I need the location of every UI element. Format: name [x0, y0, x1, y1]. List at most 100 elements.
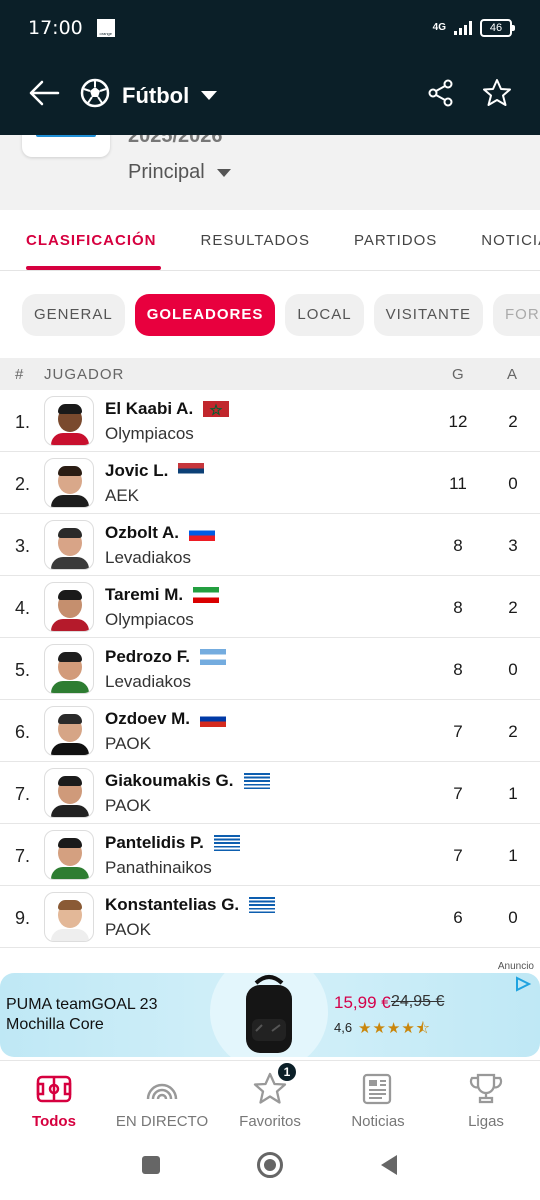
network-type: 4G — [432, 22, 446, 33]
player-assists: 2 — [508, 598, 518, 617]
player-name: Giakoumakis G. — [105, 771, 234, 790]
player-name: Pantelidis P. — [105, 833, 204, 852]
chip-local[interactable]: LOCAL — [285, 293, 364, 336]
ad-banner[interactable]: Anuncio PUMA teamGOAL 23 Mochilla Core 1… — [0, 960, 540, 1060]
row-rank: 4. — [15, 598, 31, 618]
league-logo — [22, 135, 110, 157]
header-player: JUGADOR — [44, 366, 125, 383]
back-icon[interactable] — [378, 1153, 400, 1182]
player-avatar — [44, 892, 94, 942]
nav-label: Ligas — [468, 1113, 504, 1130]
scorers-list: 1. El Kaabi A. Olympiacos 12 2 2. Jovic … — [0, 390, 540, 960]
player-team: PAOK — [105, 734, 151, 753]
share-icon[interactable] — [428, 79, 454, 112]
header-assists: A — [507, 366, 519, 383]
pitch-icon — [36, 1075, 72, 1103]
rating-stars-icon: ★★★★⯪ — [358, 1020, 431, 1037]
player-avatar — [44, 396, 94, 446]
nav-label: Favoritos — [239, 1113, 301, 1130]
table-row[interactable]: 1. El Kaabi A. Olympiacos 12 2 — [0, 390, 540, 452]
flag-argentina-icon — [200, 649, 227, 665]
player-name: Konstantelias G. — [105, 895, 240, 914]
season-selector[interactable]: 2025/2026 — [128, 135, 223, 148]
tab-resultados[interactable]: RESULTADOS — [179, 210, 332, 270]
player-goals: 8 — [453, 598, 463, 617]
table-row[interactable]: 7. Pantelidis P. Panathinaikos 7 1 — [0, 824, 540, 886]
flag-slovenia-icon — [188, 525, 215, 541]
player-team: Olympiacos — [105, 424, 194, 443]
player-team: Levadiakos — [105, 548, 192, 567]
chip-forma[interactable]: FORMA — [493, 293, 540, 336]
chip-goleadores[interactable]: GOLEADORES — [134, 293, 276, 336]
signal-icon — [454, 21, 472, 35]
favorite-star-icon[interactable] — [482, 78, 512, 113]
player-goals: 7 — [453, 846, 463, 865]
player-team: PAOK — [105, 920, 151, 939]
row-rank: 5. — [15, 660, 31, 680]
competition-header: 2025/2026 Principal — [0, 135, 540, 210]
chip-visitante[interactable]: VISITANTE — [373, 293, 483, 336]
row-rank: 3. — [15, 536, 31, 556]
back-arrow-icon[interactable] — [28, 79, 60, 112]
player-avatar — [44, 644, 94, 694]
nav-noticias[interactable]: Noticias — [324, 1061, 432, 1135]
adchoices-icon[interactable] — [514, 976, 534, 994]
recent-apps-icon[interactable] — [140, 1154, 162, 1181]
row-rank: 6. — [15, 722, 31, 742]
flag-serbia-icon — [178, 463, 205, 479]
player-team: PAOK — [105, 796, 151, 815]
favorites-badge: 1 — [278, 1063, 296, 1081]
flag-greece-icon — [213, 835, 240, 851]
tab-noticias[interactable]: NOTICIAS — [459, 210, 540, 270]
nav-label: EN DIRECTO — [115, 1113, 209, 1130]
row-rank: 7. — [15, 784, 31, 804]
header-rank: # — [15, 366, 25, 383]
nav-en-directo[interactable]: EN DIRECTO — [108, 1061, 216, 1135]
row-rank: 9. — [15, 908, 31, 928]
nav-favoritos[interactable]: 1 Favoritos — [216, 1061, 324, 1135]
nav-ligas[interactable]: Ligas — [432, 1061, 540, 1135]
table-row[interactable]: 6. Ozdoev M. PAOK 7 2 — [0, 700, 540, 762]
player-avatar — [44, 582, 94, 632]
player-name: Pedrozo F. — [105, 647, 191, 666]
table-row[interactable]: 7. Giakoumakis G. PAOK 7 1 — [0, 762, 540, 824]
sport-title[interactable]: Fútbol — [122, 83, 189, 109]
table-row[interactable]: 3. Ozbolt A. Levadiakos 8 3 — [0, 514, 540, 576]
player-avatar — [44, 830, 94, 880]
tab-clasificacion[interactable]: CLASIFICACIÓN — [0, 210, 179, 270]
status-bar: 17:00 orange 4G 46 — [0, 0, 540, 56]
player-name: Ozdoev M. — [105, 709, 191, 728]
app-bar: Fútbol — [0, 56, 540, 135]
soccer-ball-icon — [80, 78, 110, 113]
player-avatar — [44, 520, 94, 570]
nav-todos[interactable]: Todos — [0, 1061, 108, 1135]
player-goals: 6 — [453, 908, 463, 927]
table-row[interactable]: 9. Konstantelias G. PAOK 6 0 — [0, 886, 540, 948]
player-goals: 12 — [448, 412, 468, 431]
chevron-down-icon[interactable] — [201, 91, 218, 100]
table-row[interactable]: 4. Taremi M. Olympiacos 8 2 — [0, 576, 540, 638]
trophy-icon — [469, 1073, 503, 1104]
nav-label: Noticias — [351, 1113, 405, 1130]
chip-general[interactable]: GENERAL — [22, 293, 125, 336]
player-assists: 3 — [508, 536, 518, 555]
chevron-down-icon — [216, 168, 231, 177]
player-avatar — [44, 458, 94, 508]
table-row[interactable]: 2. Jovic L. AEK 11 0 — [0, 452, 540, 514]
tab-partidos[interactable]: PARTIDOS — [332, 210, 459, 270]
home-icon[interactable] — [256, 1151, 284, 1184]
carrier-logo: orange — [96, 19, 115, 37]
flag-russia-icon — [200, 711, 227, 727]
news-icon — [362, 1073, 392, 1105]
player-name: El Kaabi A. — [105, 399, 194, 418]
ad-content[interactable]: PUMA teamGOAL 23 Mochilla Core 15,99 € 2… — [0, 973, 540, 1057]
player-avatar — [44, 768, 94, 818]
player-team: AEK — [105, 486, 140, 505]
player-goals: 7 — [453, 784, 463, 803]
table-row[interactable]: 5. Pedrozo F. Levadiakos 8 0 — [0, 638, 540, 700]
division-selector[interactable]: Principal — [128, 161, 231, 184]
player-team: Levadiakos — [105, 672, 192, 691]
player-assists: 2 — [508, 722, 518, 741]
ad-title: PUMA teamGOAL 23 Mochilla Core — [6, 996, 158, 1033]
ad-label: Anuncio — [497, 961, 534, 972]
